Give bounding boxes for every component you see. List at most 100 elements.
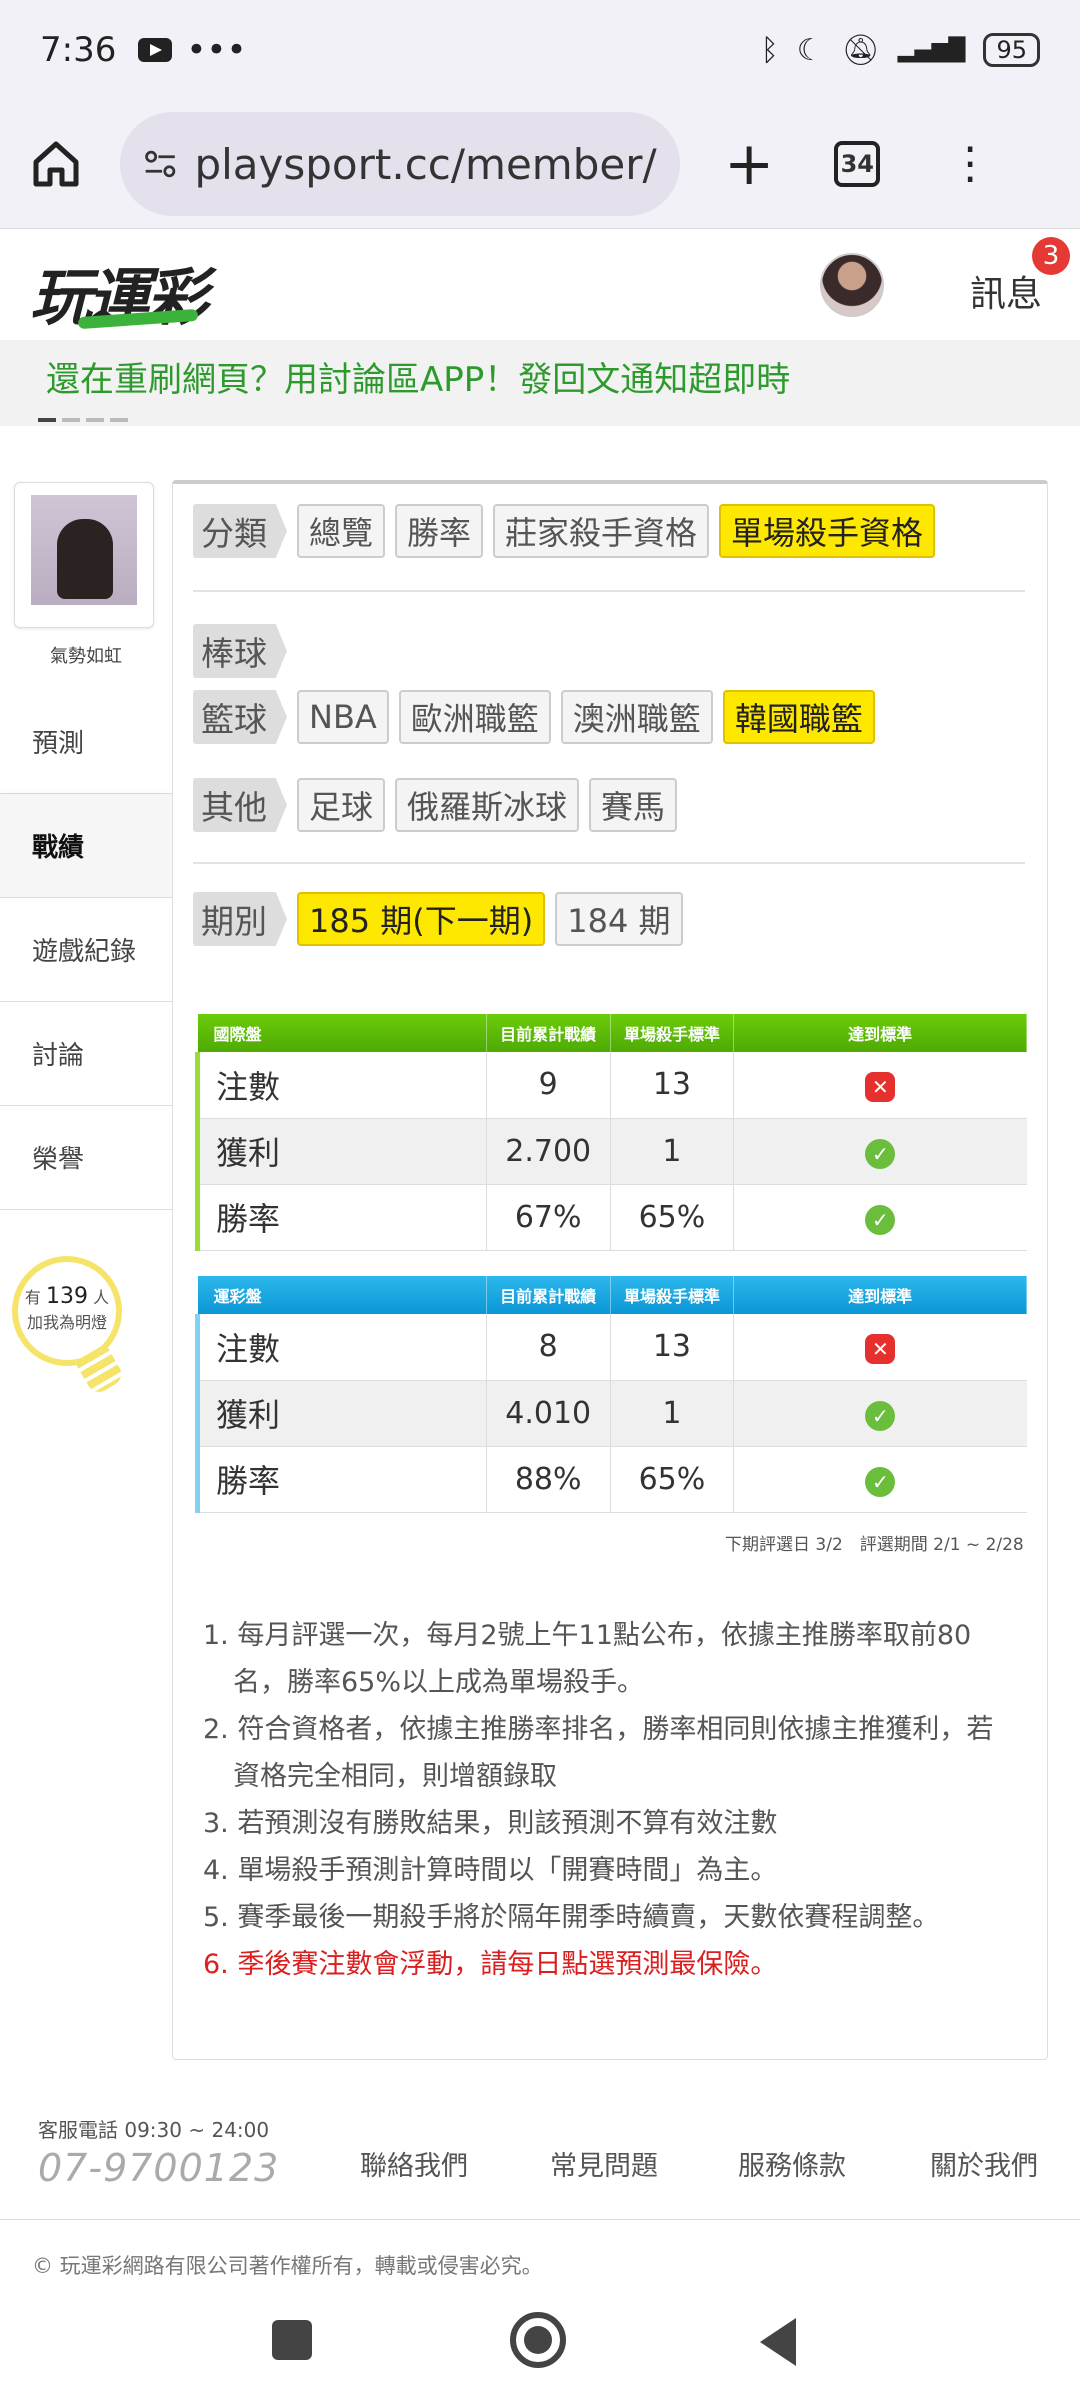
- profile-username[interactable]: 氣勢如虹: [0, 642, 172, 668]
- site-settings-icon[interactable]: [142, 144, 178, 184]
- standard-value: 65%: [610, 1184, 735, 1251]
- current-value: 2.700: [486, 1118, 611, 1185]
- status-bar: 7:36 ••• ᛒ ☾ 🔕︎ ▂▄▆█ 95: [0, 0, 1080, 100]
- customer-service-phone[interactable]: 07-9700123: [38, 2146, 279, 2190]
- profile-avatar[interactable]: [31, 495, 137, 605]
- chip-single-killer[interactable]: 單場殺手資格: [719, 504, 936, 558]
- table-row: 注數 8 13 ✕: [195, 1314, 1027, 1381]
- home-button[interactable]: [510, 2312, 566, 2368]
- rules-list: 1. 每月評選一次，每月2號上午11點公布，依據主推勝率取前80名，勝率65%以…: [203, 1612, 1003, 1988]
- row-label: 注數: [195, 1314, 487, 1381]
- current-value: 4.010: [486, 1380, 611, 1447]
- standard-value: 1: [610, 1380, 735, 1447]
- signal-icon: ▂▄▆█: [897, 37, 966, 63]
- chip-period-185[interactable]: 185 期(下一期): [297, 892, 546, 946]
- tab-switcher-button[interactable]: 34: [834, 141, 881, 187]
- chip-win-rate[interactable]: 勝率: [395, 504, 484, 558]
- footer-link-contact[interactable]: 聯絡我們: [360, 2144, 468, 2183]
- announcement-banner[interactable]: 還在重刷網頁？用討論區APP！發回文通知超即時: [0, 340, 1080, 426]
- rule-item-warning: 6. 季後賽注數會浮動，請每日點選預測最保險。: [203, 1949, 778, 1980]
- standard-value: 65%: [610, 1446, 735, 1513]
- chip-soccer[interactable]: 足球: [297, 778, 386, 832]
- row-label: 勝率: [195, 1184, 487, 1251]
- messages-link[interactable]: 訊息: [970, 265, 1042, 317]
- check-icon: ✓: [865, 1138, 896, 1169]
- table-header: 運彩盤: [197, 1276, 487, 1314]
- filter-label-baseball: 棒球: [193, 624, 287, 678]
- fail-icon: ✕: [865, 1334, 896, 1365]
- sidebar-item-discussion[interactable]: 討論: [0, 1002, 172, 1106]
- new-tab-icon[interactable]: +: [724, 129, 774, 199]
- sidebar-item-predict[interactable]: 預測: [0, 690, 172, 794]
- check-icon: ✓: [865, 1466, 896, 1497]
- chip-nba[interactable]: NBA: [297, 690, 389, 744]
- sidebar-item-record[interactable]: 戰績: [0, 794, 172, 898]
- footer-link-about[interactable]: 關於我們: [930, 2144, 1038, 2183]
- period-filter: 期別 185 期(下一期) 184 期: [193, 892, 683, 946]
- site-header: 玩運彩 訊息 3: [0, 228, 1080, 340]
- table-header: 達到標準: [733, 1276, 1027, 1314]
- browser-toolbar: playsport.cc/member/sk + 34 ⋮: [0, 100, 1080, 228]
- menu-kebab-icon[interactable]: ⋮: [948, 142, 992, 186]
- table-header: 目前累計戰績: [486, 1276, 611, 1314]
- check-icon: ✓: [865, 1204, 896, 1235]
- profile-card[interactable]: [14, 482, 154, 628]
- category-filter: 分類 總覽 勝率 莊家殺手資格 單場殺手資格: [193, 504, 936, 558]
- customer-service-hours: 客服電話 09:30 ~ 24:00: [38, 2118, 270, 2142]
- chip-period-184[interactable]: 184 期: [555, 892, 683, 946]
- battery-icon: 95: [983, 33, 1040, 67]
- lottery-stats-table: 運彩盤 目前累計戰績 單場殺手標準 達到標準 注數 8 13 ✕ 獲利 4.01…: [195, 1276, 1027, 1513]
- current-value: 8: [486, 1314, 611, 1381]
- sidebar-nav: 預測 戰績 遊戲紀錄 討論 榮譽: [0, 690, 172, 1210]
- table-row: 注數 9 13 ✕: [195, 1052, 1027, 1119]
- announcement-text[interactable]: 還在重刷網頁？用討論區APP！發回文通知超即時: [46, 352, 790, 401]
- chip-russia-hockey[interactable]: 俄羅斯冰球: [395, 778, 580, 832]
- basketball-filter: 籃球 NBA 歐洲職籃 澳洲職籃 韓國職籃: [193, 690, 875, 744]
- current-value: 67%: [486, 1184, 611, 1251]
- bulb-text: 加我為明燈: [26, 1313, 107, 1332]
- url-text: playsport.cc/member/sk: [194, 139, 658, 189]
- copyright-text: © 玩運彩網路有限公司著作權所有，轉載或侵害必究。: [32, 2254, 543, 2278]
- footer-link-faq[interactable]: 常見問題: [550, 2144, 658, 2183]
- system-nav-bar: [0, 2290, 1080, 2401]
- table-row: 勝率 67% 65% ✓: [195, 1184, 1027, 1251]
- site-footer: 客服電話 09:30 ~ 24:00 07-9700123 聯絡我們 常見問題 …: [0, 2090, 1080, 2220]
- filter-label-basketball: 籃球: [193, 690, 287, 744]
- sidebar-item-honors[interactable]: 榮譽: [0, 1106, 172, 1210]
- chip-kor-basketball[interactable]: 韓國職籃: [722, 690, 875, 744]
- back-button[interactable]: [760, 2318, 796, 2366]
- sidebar-item-game-history[interactable]: 遊戲紀錄: [0, 898, 172, 1002]
- chip-euro-basketball[interactable]: 歐洲職籃: [398, 690, 551, 744]
- divider: [193, 590, 1025, 592]
- bulb-suffix: 人: [93, 1288, 110, 1307]
- footer-link-terms[interactable]: 服務條款: [738, 2144, 846, 2183]
- table-header: 單場殺手標準: [610, 1014, 735, 1052]
- table-header: 國際盤: [197, 1014, 487, 1052]
- standard-value: 13: [610, 1314, 735, 1381]
- row-label: 注數: [195, 1052, 487, 1119]
- filter-label-other: 其他: [193, 778, 287, 832]
- table-header: 單場殺手標準: [610, 1276, 735, 1314]
- current-value: 88%: [486, 1446, 611, 1513]
- recents-button[interactable]: [272, 2320, 312, 2360]
- messages-badge: 3: [1032, 237, 1070, 275]
- status-time: 7:36: [40, 30, 117, 70]
- member-sidebar: 氣勢如虹 預測 戰績 遊戲紀錄 討論 榮譽 有 139 人 加我為明燈: [0, 478, 172, 2078]
- address-bar[interactable]: playsport.cc/member/sk: [120, 112, 680, 216]
- user-avatar[interactable]: [820, 253, 884, 317]
- evaluation-date-note: 下期評選日 3/2 評選期間 2/1 ~ 2/28: [725, 1535, 1024, 1555]
- chip-banker-killer[interactable]: 莊家殺手資格: [493, 504, 710, 558]
- chip-aus-basketball[interactable]: 澳洲職籃: [560, 690, 713, 744]
- chip-overview[interactable]: 總覽: [297, 504, 386, 558]
- standard-value: 13: [610, 1052, 735, 1119]
- table-header: 目前累計戰績: [486, 1014, 611, 1052]
- home-icon[interactable]: [28, 136, 84, 192]
- youtube-icon: [138, 38, 173, 62]
- baseball-filter: 棒球: [193, 624, 287, 678]
- carousel-dots: [38, 418, 128, 422]
- table-header: 達到標準: [733, 1014, 1027, 1052]
- table-row: 獲利 2.700 1 ✓: [195, 1118, 1027, 1185]
- chip-horse-racing[interactable]: 賽馬: [589, 778, 678, 832]
- rule-item: 5. 賽季最後一期殺手將於隔年開季時續賣，天數依賽程調整。: [203, 1902, 940, 1933]
- mute-icon: 🔕︎: [841, 32, 880, 68]
